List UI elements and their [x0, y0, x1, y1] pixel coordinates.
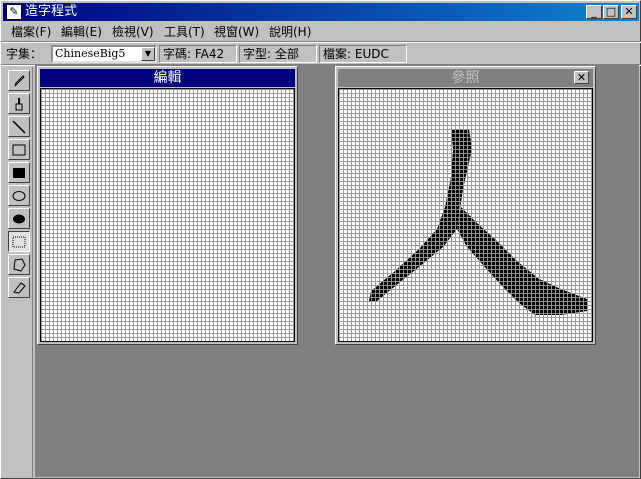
edit-window: 編輯: [37, 66, 298, 345]
freeform-select-tool[interactable]: [8, 254, 30, 275]
mdi-workspace: 編輯 參照 ✕: [35, 65, 639, 477]
menu-bar: 檔案(F) 編輯(E) 檢視(V) 工具(T) 視窗(W) 說明(H): [3, 22, 639, 41]
reference-window-title[interactable]: 參照: [338, 69, 593, 87]
close-button[interactable]: ✕: [621, 5, 637, 19]
reference-grid-overlay: [339, 89, 592, 341]
title-bar[interactable]: ✎ 造字程式 _ □ ✕: [3, 3, 639, 21]
reference-title-text: 參照: [451, 70, 480, 86]
info-bar: 字集： ChineseBig5 ▼ 字碼: FA42 字型: 全部 檔案: EU…: [3, 43, 639, 65]
rect-select-icon: [12, 236, 26, 248]
menu-help[interactable]: 說明(H): [265, 24, 315, 40]
rectangle-tool[interactable]: [8, 139, 30, 160]
charset-dropdown[interactable]: ChineseBig5 ▼: [51, 45, 157, 63]
charset-value: ChineseBig5: [55, 47, 126, 60]
pencil-tool[interactable]: [8, 70, 30, 91]
menu-edit[interactable]: 編輯(E): [57, 24, 106, 40]
minimize-button[interactable]: _: [586, 5, 602, 19]
edit-grid[interactable]: [40, 88, 295, 342]
rectangle-filled-icon: [13, 168, 25, 178]
menu-view[interactable]: 檢視(V): [108, 24, 158, 40]
maximize-button[interactable]: □: [603, 5, 619, 19]
menu-file[interactable]: 檔案(F): [7, 24, 55, 40]
ellipse-filled-icon: [13, 214, 25, 224]
reference-grid: [338, 88, 593, 342]
filled-rectangle-tool[interactable]: [8, 162, 30, 183]
pencil-icon: [14, 75, 25, 87]
ellipse-outline-icon: [12, 191, 26, 201]
brush-tool[interactable]: [8, 93, 30, 114]
line-icon: [12, 120, 26, 134]
chevron-down-icon[interactable]: ▼: [141, 47, 155, 61]
edit-window-title[interactable]: 編輯: [40, 69, 295, 87]
eraser-tool[interactable]: [8, 277, 30, 298]
reference-close-button[interactable]: ✕: [574, 71, 589, 84]
eraser-icon: [13, 282, 26, 294]
freeform-select-icon: [13, 258, 26, 272]
charset-label: 字集：: [6, 47, 43, 61]
brush-icon: [15, 98, 23, 111]
rect-select-tool[interactable]: [8, 231, 30, 252]
window-title: 造字程式: [25, 4, 78, 19]
menu-tools[interactable]: 工具(T): [160, 24, 209, 40]
line-tool[interactable]: [8, 116, 30, 137]
file-field: 檔案: EUDC: [319, 45, 407, 63]
ellipse-tool[interactable]: [8, 185, 30, 206]
tool-palette: [5, 67, 33, 477]
char-code-field: 字碼: FA42: [159, 45, 237, 63]
app-icon[interactable]: ✎: [6, 4, 22, 20]
menu-window[interactable]: 視窗(W): [210, 24, 263, 40]
filled-ellipse-tool[interactable]: [8, 208, 30, 229]
font-field: 字型: 全部: [239, 45, 317, 63]
main-window: ✎ 造字程式 _ □ ✕ 檔案(F) 編輯(E) 檢視(V) 工具(T) 視窗(…: [0, 0, 641, 479]
rectangle-outline-icon: [12, 144, 26, 156]
reference-window: 參照 ✕: [335, 66, 596, 345]
